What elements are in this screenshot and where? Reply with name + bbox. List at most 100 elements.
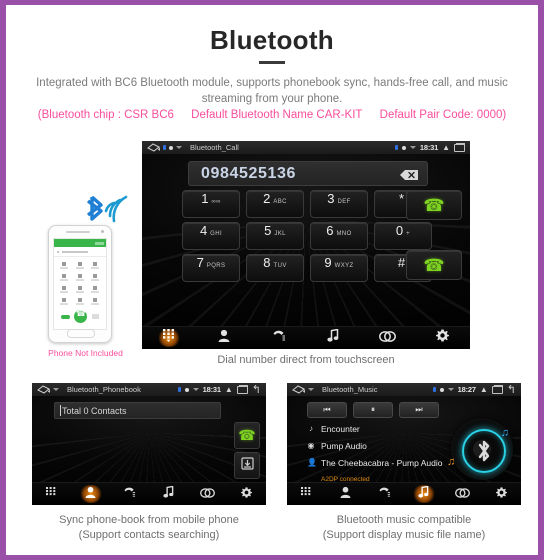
home-icon[interactable] [147, 143, 160, 152]
recent-apps-icon[interactable] [454, 142, 465, 152]
sidebar-item-contacts[interactable] [334, 485, 358, 503]
front-camera [101, 230, 104, 233]
track-artist: The Cheebacabra - Pump Audio [321, 458, 443, 468]
contacts-count-text: Total 0 Contacts [62, 405, 127, 416]
music-note-icon [163, 485, 174, 503]
sidebar-item-music[interactable] [157, 485, 181, 503]
link-icon [455, 485, 470, 503]
page-title: Bluetooth [209, 25, 334, 55]
music-caption-line2: (Support display music file name) [322, 529, 486, 541]
music-note-icon [327, 328, 339, 347]
spec-name: Default Bluetooth Name CAR-KIT [191, 109, 363, 121]
page-frame: Bluetooth Integrated with BC6 Bluetooth … [0, 0, 544, 560]
back-arrow-icon[interactable]: ↰ [507, 384, 516, 395]
bluetooth-icon [478, 440, 490, 462]
key-letters: + [406, 231, 411, 237]
main-screen-caption: Dial number direct from touchscreen [217, 354, 395, 366]
key-3[interactable]: 3 DEF [310, 190, 368, 218]
sidebar-item-keypad[interactable] [295, 485, 319, 503]
key-7[interactable]: 7 PQRS [182, 254, 240, 282]
keypad-icon [162, 329, 176, 347]
sidebar-item-keypad[interactable] [40, 485, 64, 503]
key-digit: 8 [263, 255, 271, 270]
music-transport-controls[interactable]: ⏮ ⏸ ⏭ [307, 402, 439, 418]
call-answer-button[interactable]: ☎ [406, 190, 462, 220]
music-caption-line1: Bluetooth music compatible [336, 514, 472, 526]
bluetooth-disc-icon: ♫ ♫ [447, 418, 513, 480]
wifi-indicator [401, 145, 406, 150]
status-clock: 18:31 [202, 385, 221, 394]
dial-number-value: 0984525136 [201, 164, 296, 182]
track-artist-row: 👤 The Cheebacabra - Pump Audio [307, 458, 457, 468]
call-button[interactable]: ☎ [234, 422, 260, 449]
phonebook-caption-line2: (Support contacts searching) [78, 529, 220, 541]
contacts-search-input[interactable]: Total 0 Contacts [54, 402, 221, 419]
call-history-icon [272, 329, 286, 347]
sidebar-item-contacts[interactable] [78, 485, 103, 503]
back-arrow-icon[interactable]: ↰ [252, 384, 261, 395]
key-0[interactable]: 0 + [374, 222, 432, 250]
volume-indicator [409, 146, 416, 149]
sidebar-item-call-history[interactable] [118, 485, 142, 503]
key-5[interactable]: 5 JKL [246, 222, 304, 250]
key-4[interactable]: 4 GHI [182, 222, 240, 250]
dial-number-display[interactable]: 0984525136 [188, 161, 428, 186]
dial-keypad[interactable]: 1 ∞∞ 2 ABC 3 DEF * 4 GHI 5 JKL 6 MNO 0 + 7 PQRS … [182, 190, 432, 282]
chevron-up-icon[interactable]: ▲ [480, 385, 488, 394]
chevron-up-icon[interactable]: ▲ [442, 143, 450, 152]
disc-icon: ◉ [307, 441, 315, 450]
bt-indicator [432, 387, 436, 392]
bottom-nav-bar[interactable] [142, 326, 470, 349]
chevron-up-icon[interactable]: ▲ [225, 385, 233, 394]
bottom-nav-bar[interactable] [32, 482, 266, 505]
recent-apps-icon[interactable] [491, 384, 503, 394]
import-contacts-button[interactable] [234, 452, 260, 479]
key-digit: 7 [196, 255, 204, 270]
link-icon [379, 329, 397, 347]
sidebar-item-music[interactable] [321, 328, 345, 347]
recent-apps-icon[interactable] [236, 384, 248, 394]
sidebar-item-link[interactable] [196, 485, 220, 503]
key-2[interactable]: 2 ABC [246, 190, 304, 218]
music-note-accent-blue: ♫ [500, 427, 509, 439]
sidebar-item-call-history[interactable] [267, 329, 291, 347]
backspace-icon[interactable] [399, 168, 419, 180]
gear-icon [496, 485, 507, 503]
sidebar-item-link[interactable] [451, 485, 475, 503]
home-icon[interactable] [292, 385, 305, 394]
call-redial-button[interactable]: ☎ [406, 250, 462, 280]
sidebar-item-call-history[interactable] [373, 485, 397, 503]
title-divider [259, 61, 285, 64]
key-9[interactable]: 9 WXYZ [310, 254, 368, 282]
sidebar-item-keypad[interactable] [157, 329, 182, 347]
next-track-button[interactable]: ⏭ [399, 402, 439, 418]
volume-indicator [447, 388, 454, 391]
spec-line: (Bluetooth chip : CSR BC6 Default Blueto… [12, 109, 532, 121]
sidebar-item-settings[interactable] [431, 329, 455, 347]
key-8[interactable]: 8 TUV [246, 254, 304, 282]
previous-icon: ⏮ [323, 405, 331, 414]
sidebar-item-link[interactable] [376, 329, 400, 347]
sidebar-item-music[interactable] [411, 485, 436, 503]
status-bar: Bluetooth_Phonebook 18:31 ▲ ↰ [32, 383, 266, 397]
text-caret [60, 405, 61, 416]
previous-track-button[interactable]: ⏮ [307, 402, 347, 418]
sidebar-item-settings[interactable] [235, 485, 259, 503]
sidebar-item-contacts[interactable] [212, 329, 236, 347]
key-1[interactable]: 1 ∞∞ [182, 190, 240, 218]
bluetooth-ring [462, 429, 506, 473]
phone-not-included-note: Phone Not Included [48, 348, 123, 358]
phone-add-button [61, 314, 71, 319]
bottom-nav-bar[interactable] [287, 482, 521, 505]
spec-chip: (Bluetooth chip : CSR BC6 [37, 109, 174, 121]
track-album-row: ◉ Pump Audio [307, 441, 457, 451]
pause-button[interactable]: ⏸ [353, 402, 393, 418]
wifi-indicator [184, 387, 189, 392]
key-6[interactable]: 6 MNO [310, 222, 368, 250]
sidebar-item-settings[interactable] [490, 485, 514, 503]
smartphone-device [48, 225, 112, 343]
home-icon[interactable] [37, 385, 50, 394]
music-note-icon [418, 485, 429, 503]
phone-keypad [54, 257, 106, 323]
note-icon: ♪ [309, 424, 313, 433]
